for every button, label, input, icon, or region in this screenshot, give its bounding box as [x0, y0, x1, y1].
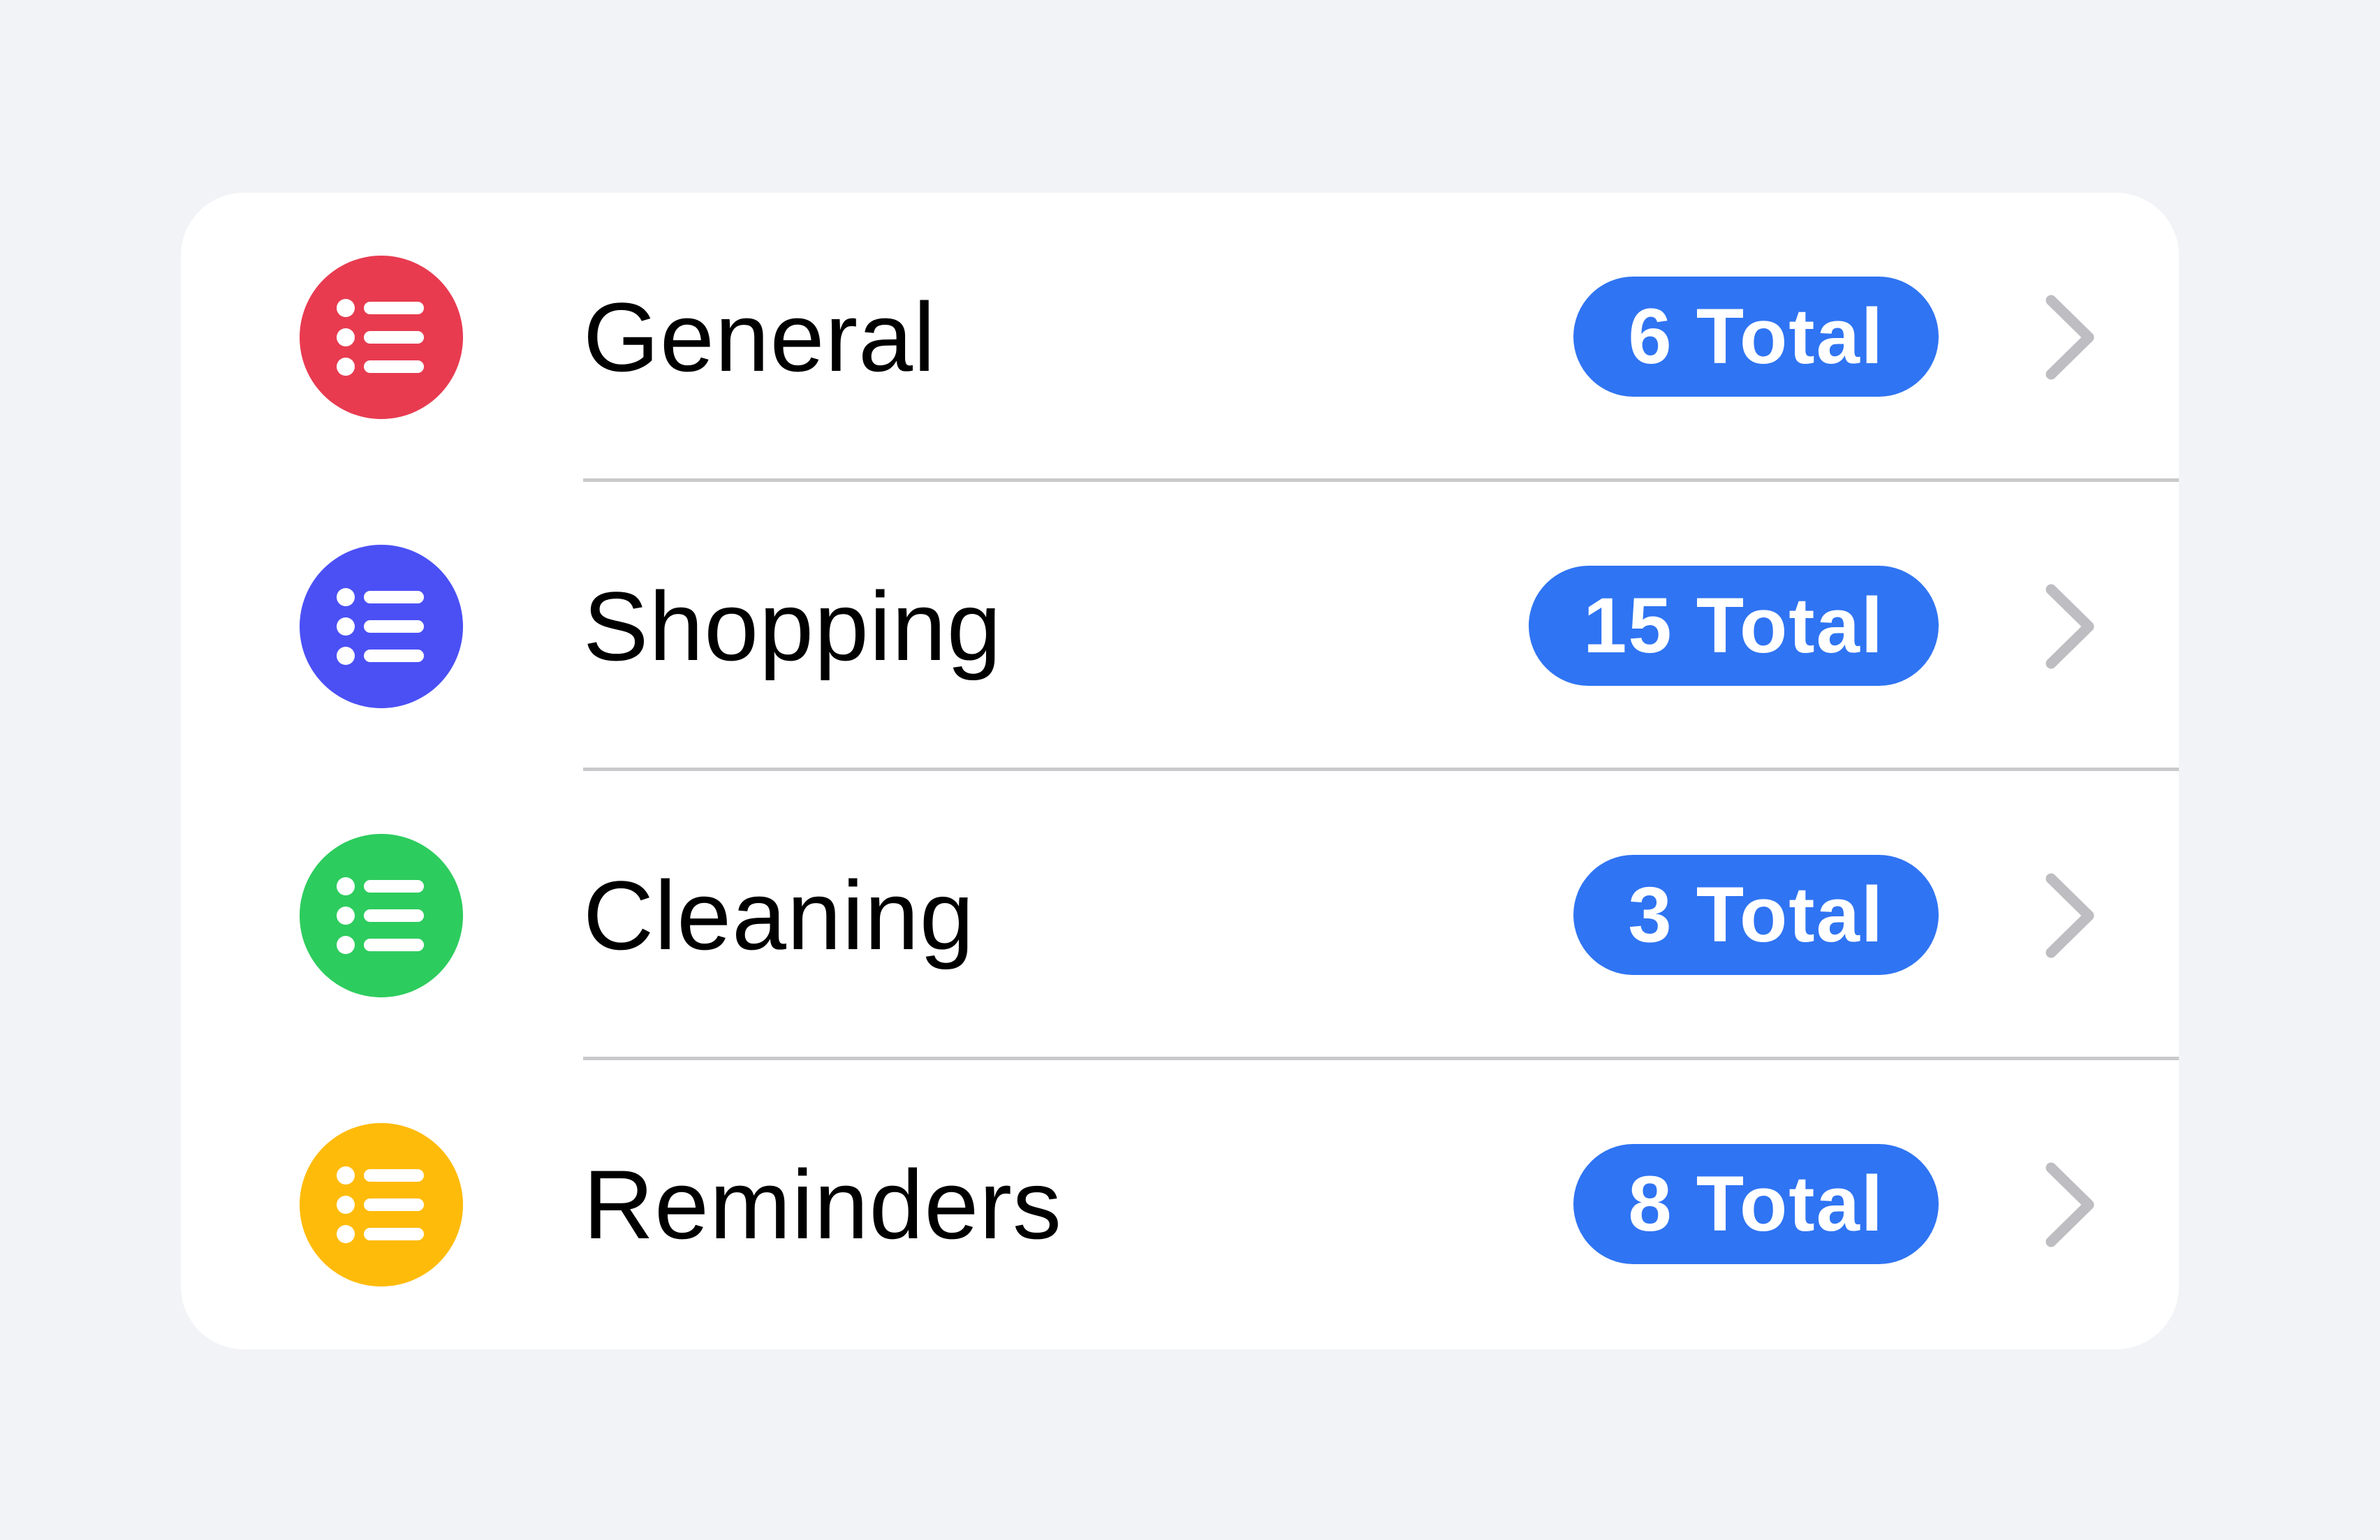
count-badge: 3 Total [1573, 855, 1939, 975]
list-name: Shopping [583, 571, 1002, 681]
list-name: General [583, 282, 936, 392]
list-bullet-icon [300, 834, 463, 997]
list-row-shopping[interactable]: Shopping 15 Total [181, 482, 2179, 771]
chevron-right-icon [2045, 1162, 2094, 1247]
chevron-right-icon [2045, 873, 2094, 958]
count-badge: 15 Total [1529, 566, 1939, 686]
count-badge: 6 Total [1573, 277, 1939, 397]
list-bullet-icon [300, 545, 463, 708]
chevron-right-icon [2045, 584, 2094, 669]
list-row-reminders[interactable]: Reminders 8 Total [181, 1060, 2179, 1349]
list-bullet-icon [300, 1123, 463, 1286]
lists-card: General 6 Total Shopping 15 Total Cleani… [181, 193, 2179, 1349]
count-badge: 8 Total [1573, 1144, 1939, 1264]
list-bullet-icon [300, 256, 463, 419]
list-name: Reminders [583, 1150, 1062, 1259]
list-name: Cleaning [583, 860, 975, 970]
chevron-right-icon [2045, 295, 2094, 380]
list-row-general[interactable]: General 6 Total [181, 193, 2179, 482]
list-row-cleaning[interactable]: Cleaning 3 Total [181, 771, 2179, 1060]
